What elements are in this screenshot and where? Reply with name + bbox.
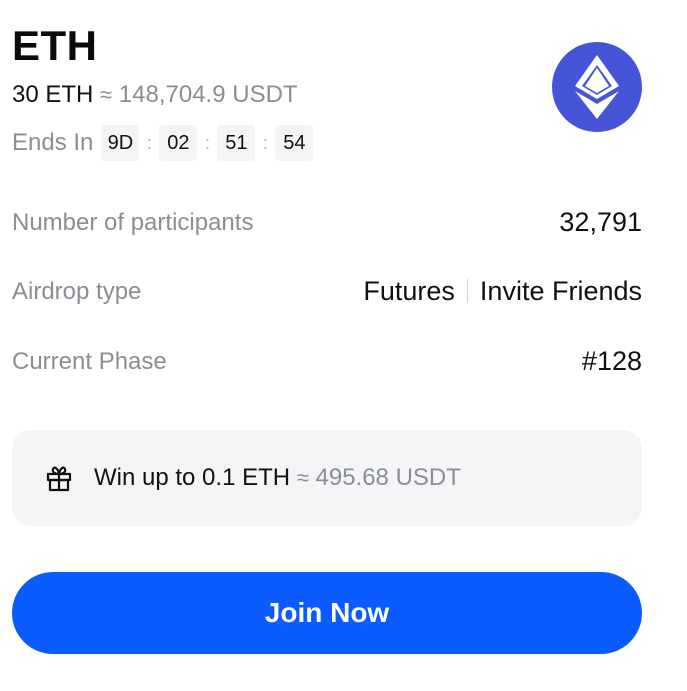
participants-label: Number of participants bbox=[12, 208, 254, 236]
ethereum-diamond-icon bbox=[575, 55, 619, 119]
current-phase-value: #128 bbox=[581, 346, 642, 376]
countdown-separator: : bbox=[262, 132, 268, 153]
current-phase-row: Current Phase #128 bbox=[12, 346, 642, 377]
token-title: ETH bbox=[12, 22, 98, 69]
countdown-separator: : bbox=[204, 132, 210, 153]
countdown-timer: Ends In 9D : 02 : 51 : 54 bbox=[12, 124, 314, 162]
divider bbox=[466, 278, 468, 303]
airdrop-type-label: Airdrop type bbox=[12, 277, 142, 305]
airdrop-type-invite-friends: Invite Friends bbox=[479, 276, 642, 306]
reward-max-eth: Win up to 0.1 ETH bbox=[94, 464, 291, 491]
prize-pool-usdt: 148,704.9 USDT bbox=[118, 81, 298, 108]
countdown-seconds: 54 bbox=[275, 125, 314, 161]
ethereum-logo-icon bbox=[552, 42, 642, 132]
prize-pool-eth: 30 ETH bbox=[12, 81, 94, 108]
countdown-days: 9D bbox=[101, 125, 140, 161]
countdown-separator: : bbox=[146, 132, 152, 153]
countdown-label: Ends In bbox=[12, 129, 94, 156]
participants-value: 32,791 bbox=[559, 207, 642, 237]
airdrop-type-row: Airdrop type Futures Invite Friends bbox=[12, 276, 642, 307]
reward-usdt: 495.68 USDT bbox=[315, 464, 461, 491]
current-phase-label: Current Phase bbox=[12, 347, 167, 375]
countdown-hours: 02 bbox=[159, 125, 198, 161]
approx-symbol: ≈ bbox=[100, 82, 113, 107]
join-now-button[interactable]: Join Now bbox=[12, 572, 642, 654]
airdrop-type-value: Futures Invite Friends bbox=[363, 276, 642, 307]
countdown-minutes: 51 bbox=[217, 125, 256, 161]
gift-icon bbox=[44, 463, 74, 493]
approx-symbol: ≈ bbox=[296, 465, 309, 490]
participants-row: Number of participants 32,791 bbox=[12, 207, 642, 238]
airdrop-type-futures: Futures bbox=[363, 276, 455, 306]
reward-banner: Win up to 0.1 ETH ≈ 495.68 USDT bbox=[12, 430, 642, 526]
reward-text: Win up to 0.1 ETH ≈ 495.68 USDT bbox=[94, 464, 461, 492]
prize-pool-amount: 30 ETH ≈ 148,704.9 USDT bbox=[12, 81, 298, 109]
